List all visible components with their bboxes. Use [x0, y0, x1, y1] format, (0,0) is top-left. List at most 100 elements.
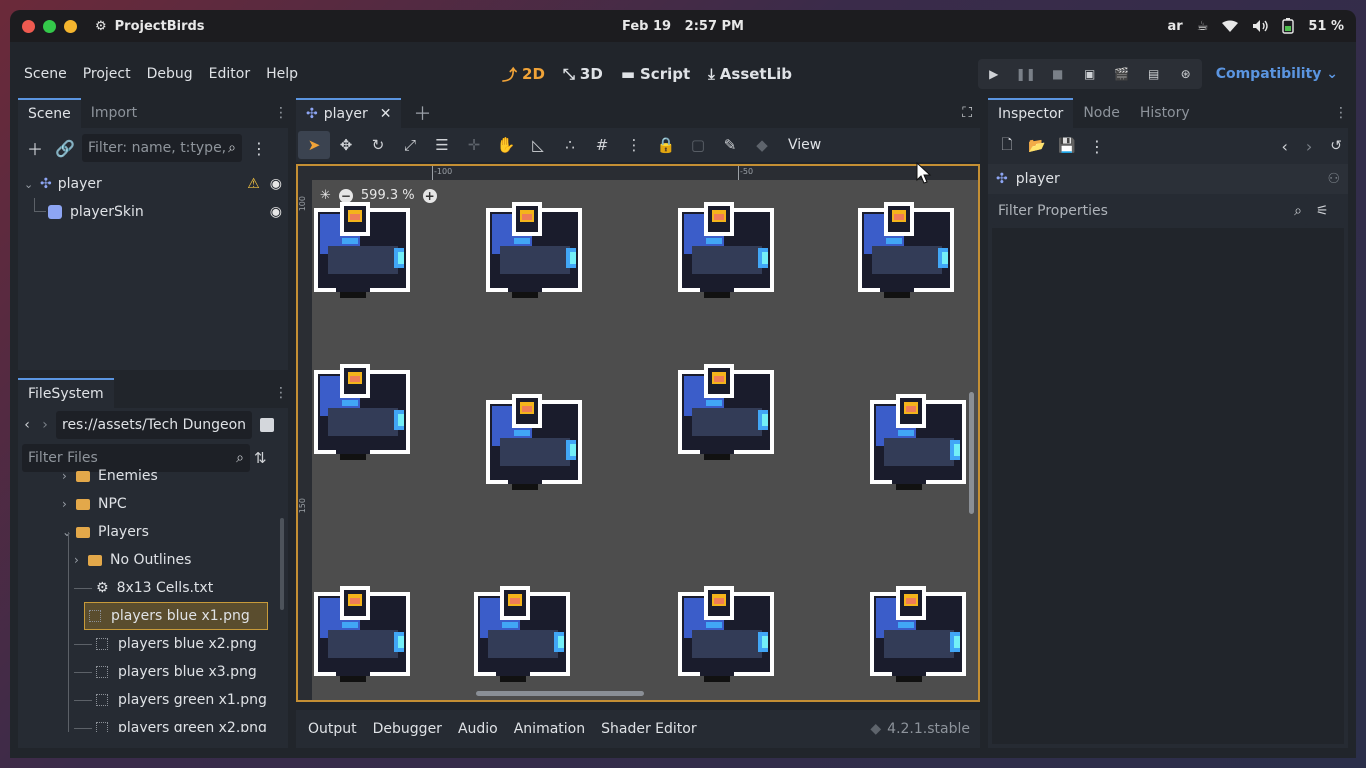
dock-menu-icon[interactable]: ⋮: [1334, 98, 1348, 128]
chevron-right-icon[interactable]: ›: [62, 469, 76, 483]
visibility-eye-icon[interactable]: ◉: [270, 204, 282, 220]
tab-history[interactable]: History: [1130, 98, 1200, 128]
tree-node-player[interactable]: ⌄ ✣ player ⚠ ◉: [24, 170, 282, 198]
new-resource-icon[interactable]: 🗋: [994, 132, 1020, 160]
camera-override-icon[interactable]: ◆: [746, 131, 778, 159]
tab-output[interactable]: Output: [300, 721, 365, 737]
move-mode-icon[interactable]: ✥: [330, 131, 362, 159]
inspected-object-name[interactable]: player: [1016, 171, 1060, 187]
filesystem-scrollbar[interactable]: [280, 518, 284, 610]
scene-dock-more-icon[interactable]: ⋮: [246, 134, 272, 162]
menu-scene[interactable]: Scene: [16, 60, 75, 88]
folder-item[interactable]: › NPC: [18, 490, 288, 518]
folder-item[interactable]: ⌄ Players: [18, 518, 288, 546]
tree-node-playerskin[interactable]: playerSkin ◉: [24, 198, 282, 226]
bone-icon[interactable]: ✎: [714, 131, 746, 159]
file-item[interactable]: players blue x1.png: [84, 602, 268, 630]
minimize-window-button[interactable]: [64, 19, 77, 33]
close-window-button[interactable]: [22, 19, 35, 33]
tab-debugger[interactable]: Debugger: [365, 721, 450, 737]
chevron-right-icon[interactable]: ›: [62, 497, 76, 511]
object-history-icon[interactable]: ↺: [1330, 138, 1342, 154]
remote-debug-icon[interactable]: ▣: [1074, 59, 1106, 89]
chef-hat-icon[interactable]: ☕: [1197, 19, 1209, 34]
file-item[interactable]: players green x1.png: [18, 686, 288, 714]
battery-icon[interactable]: [1282, 18, 1295, 34]
mode-script[interactable]: ▬ Script: [621, 65, 690, 83]
split-mode-icon[interactable]: [260, 418, 274, 432]
tab-audio[interactable]: Audio: [450, 721, 506, 737]
grid-snap-icon[interactable]: #: [586, 131, 618, 159]
folder-item[interactable]: › No Outlines: [18, 546, 288, 574]
snap-options-icon[interactable]: ⋮: [618, 131, 650, 159]
folder-item[interactable]: › Enemies: [18, 462, 288, 490]
tab-inspector[interactable]: Inspector: [988, 98, 1074, 128]
dock-menu-icon[interactable]: ⋮: [274, 98, 288, 128]
distraction-free-icon[interactable]: ⛶: [962, 105, 972, 121]
path-field[interactable]: res://assets/Tech Dungeon: [56, 411, 252, 439]
add-node-button[interactable]: ＋: [22, 134, 48, 162]
stop-icon[interactable]: ■: [1042, 59, 1074, 89]
tab-filesystem[interactable]: FileSystem: [18, 378, 114, 408]
2d-viewport[interactable]: -100 -50 100 150 ✳ − 599.3 % +: [296, 164, 980, 702]
lock-icon[interactable]: 🔒: [650, 131, 682, 159]
menu-debug[interactable]: Debug: [139, 60, 201, 88]
renderer-selector[interactable]: Compatibility ⌄: [1206, 66, 1344, 82]
visibility-eye-icon[interactable]: ◉: [270, 176, 282, 192]
file-item[interactable]: players blue x3.png: [18, 658, 288, 686]
file-item[interactable]: players blue x2.png: [18, 630, 288, 658]
group-icon[interactable]: ▢: [682, 131, 714, 159]
filter-options-icon[interactable]: ⚟: [1316, 203, 1329, 219]
keyboard-layout[interactable]: ar: [1168, 19, 1183, 34]
wifi-icon[interactable]: [1222, 20, 1239, 33]
property-filter-input[interactable]: Filter Properties ⌕: [992, 197, 1308, 225]
close-tab-icon[interactable]: ✕: [380, 106, 392, 122]
vertical-scrollbar[interactable]: [969, 392, 974, 514]
volume-icon[interactable]: [1252, 19, 1269, 33]
tab-shader-editor[interactable]: Shader Editor: [593, 721, 704, 737]
tab-node[interactable]: Node: [1073, 98, 1130, 128]
tab-scene[interactable]: Scene: [18, 98, 81, 128]
file-item[interactable]: ⚙ 8x13 Cells.txt: [18, 574, 288, 602]
resource-menu-icon[interactable]: ⋮: [1084, 132, 1110, 160]
save-resource-icon[interactable]: 💾: [1054, 132, 1080, 160]
instance-scene-icon[interactable]: 🔗: [52, 134, 78, 162]
list-select-icon[interactable]: ☰: [426, 131, 458, 159]
center-view-icon[interactable]: ✳: [320, 188, 331, 203]
pan-mode-icon[interactable]: ✋: [490, 131, 522, 159]
zoom-level[interactable]: 599.3 %: [361, 188, 415, 203]
scene-filter-input[interactable]: Filter: name, t:type, ⌕: [82, 134, 242, 162]
add-scene-tab-icon[interactable]: ＋: [413, 100, 431, 126]
chevron-down-icon[interactable]: ⌄: [62, 525, 76, 539]
back-arrow-icon[interactable]: ‹: [20, 417, 34, 433]
tab-animation[interactable]: Animation: [506, 721, 593, 737]
view-menu[interactable]: View: [778, 137, 831, 153]
zoom-out-icon[interactable]: −: [338, 188, 353, 203]
object-properties-icon[interactable]: ⚇: [1327, 171, 1340, 187]
menu-editor[interactable]: Editor: [201, 60, 258, 88]
forward-arrow-icon[interactable]: ›: [38, 417, 52, 433]
mode-assetlib[interactable]: ⤓ AssetLib: [708, 65, 792, 83]
collapse-arrow-icon[interactable]: ⌄: [24, 178, 40, 191]
file-item[interactable]: players green x2.png: [18, 714, 288, 732]
history-forward-icon[interactable]: ›: [1306, 137, 1312, 156]
select-mode-icon[interactable]: ➤: [298, 131, 330, 159]
tab-import[interactable]: Import: [81, 98, 147, 128]
history-back-icon[interactable]: ‹: [1281, 137, 1287, 156]
zoom-in-icon[interactable]: +: [422, 188, 437, 203]
horizontal-scrollbar[interactable]: [476, 691, 644, 696]
rotate-mode-icon[interactable]: ↻: [362, 131, 394, 159]
maximize-window-button[interactable]: [43, 19, 56, 33]
smart-snap-icon[interactable]: ∴: [554, 131, 586, 159]
scale-mode-icon[interactable]: ⤢: [394, 131, 426, 159]
pivot-icon[interactable]: ✛: [458, 131, 490, 159]
play-icon[interactable]: ▶: [978, 59, 1010, 89]
mode-2d[interactable]: ⤴ 2D: [502, 64, 545, 85]
menu-help[interactable]: Help: [258, 60, 306, 88]
play-custom-scene-icon[interactable]: ▤: [1138, 59, 1170, 89]
chevron-right-icon[interactable]: ›: [74, 553, 88, 567]
play-scene-icon[interactable]: 🎬: [1106, 59, 1138, 89]
pause-icon[interactable]: ❚❚: [1010, 59, 1042, 89]
menu-project[interactable]: Project: [75, 60, 139, 88]
open-resource-icon[interactable]: 📂: [1024, 132, 1050, 160]
